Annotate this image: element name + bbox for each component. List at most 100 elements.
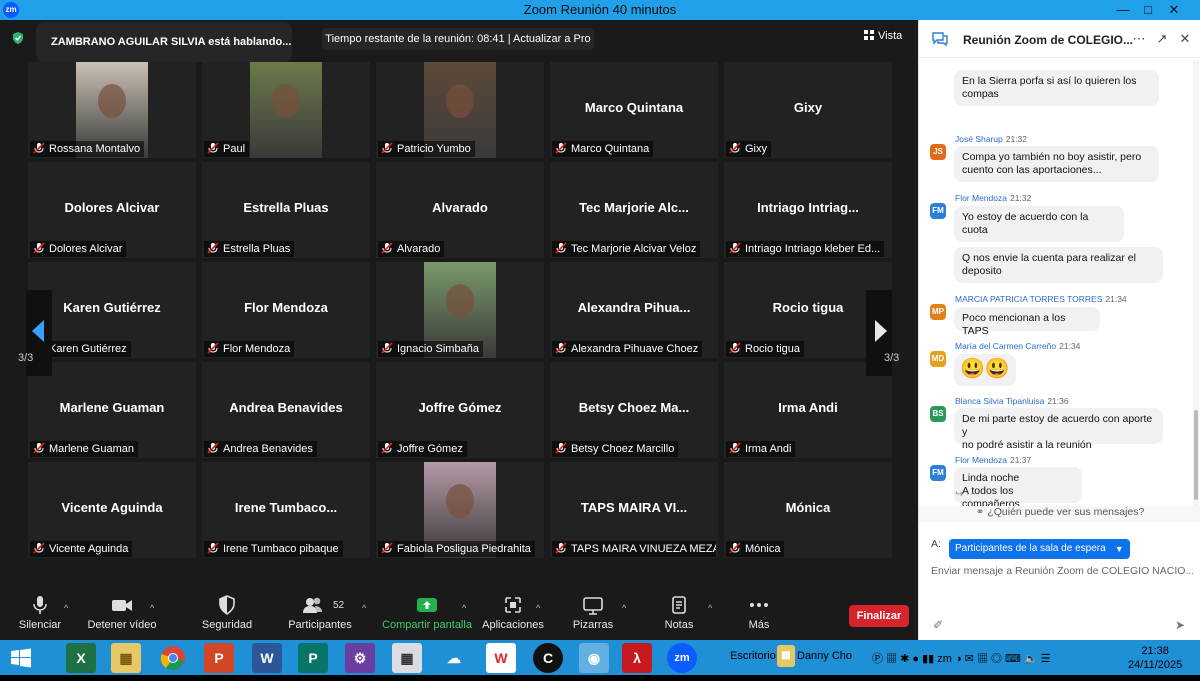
end-meeting-button[interactable]: Finalizar <box>849 605 909 627</box>
share-screen-button[interactable]: Compartir pantalla <box>382 595 472 631</box>
message-text: no podré asistir a la reunión <box>962 439 1092 451</box>
whiteboards-button[interactable]: Pizarras <box>570 595 616 631</box>
stop-video-button[interactable]: Detener vídeo <box>86 595 158 631</box>
publisher-icon[interactable]: P <box>298 643 328 673</box>
windows-start-icon[interactable] <box>10 648 32 668</box>
chat-message-input[interactable]: Enviar mensaje a Reunión Zoom de COLEGIO… <box>931 565 1193 577</box>
participant-tile[interactable]: Tec Marjorie Alc... Tec Marjorie Alcivar … <box>550 162 718 258</box>
sender-avatar[interactable]: MP <box>930 304 946 320</box>
meeting-timer-upgrade[interactable]: Tiempo restante de la reunión: 08:41 | A… <box>322 28 594 50</box>
mute-button[interactable]: Silenciar <box>16 595 64 631</box>
chat-message-bubble[interactable]: 😃😃 <box>954 354 1016 386</box>
chat-message-bubble[interactable]: Yo estoy de acuerdo con la cuota <box>954 206 1124 242</box>
chat-message-bubble[interactable]: De mi parte estoy de acuerdo con aporte … <box>954 408 1163 451</box>
chat-scroll-thumb[interactable] <box>1194 410 1198 500</box>
participant-tile[interactable]: Vicente Aguinda Vicente Aguinda <box>28 462 196 558</box>
participant-tile[interactable]: Rossana Montalvo <box>28 62 196 158</box>
maximize-button[interactable]: □ <box>1138 1 1158 19</box>
participant-tile[interactable]: Karen Gutiérrez Karen Gutiérrez <box>28 262 196 358</box>
participant-tile[interactable]: Marco Quintana Marco Quintana <box>550 62 718 158</box>
chat-message-bubble[interactable]: Compa yo también no boy asistir, pero cue… <box>954 146 1159 182</box>
calculator-icon[interactable]: ▦ <box>392 643 422 673</box>
sender-avatar[interactable]: MD <box>930 351 946 367</box>
user-label[interactable]: Danny Cho <box>797 650 852 662</box>
sender-avatar[interactable]: FM <box>930 203 946 219</box>
participant-tile[interactable]: Dolores Alcivar Dolores Alcivar <box>28 162 196 258</box>
encryption-shield-icon[interactable] <box>11 31 25 45</box>
message-actions[interactable]: ↪ ⋯ <box>955 489 976 500</box>
chat-message-bubble[interactable]: Q nos envie la cuenta para realizar el de… <box>954 247 1163 283</box>
share-options-caret[interactable]: ^ <box>462 603 466 613</box>
system-clock[interactable]: 21:38 24/11/2025 <box>1128 644 1182 672</box>
participant-tile[interactable]: Irma Andi Irma Andi <box>724 362 892 458</box>
chat-scrollbar[interactable] <box>1193 60 1199 506</box>
sender-avatar[interactable]: BS <box>930 406 946 422</box>
whiteboards-options-caret[interactable]: ^ <box>622 603 626 613</box>
chrome-active-icon[interactable]: ◉ <box>579 643 609 673</box>
view-button[interactable]: Vista <box>864 30 902 42</box>
participant-name-label: Rocio tigua <box>726 341 805 357</box>
chat-messages: En la Sierra porfa si así lo quieren los… <box>919 58 1191 506</box>
participant-name-text: Irma Andi <box>745 443 792 455</box>
chat-more-icon[interactable]: ⋯ <box>1130 30 1148 48</box>
participant-tile[interactable]: Ignacio Simbaña <box>376 262 544 358</box>
chat-message-bubble[interactable]: En la Sierra porfa si así lo quieren los… <box>954 70 1159 106</box>
audio-options-caret[interactable]: ^ <box>64 603 68 613</box>
close-button[interactable]: ✕ <box>1164 1 1184 19</box>
chrome-icon[interactable] <box>158 643 188 673</box>
chat-message-bubble[interactable]: Poco mencionan a los TAPS <box>954 307 1100 337</box>
notes-options-caret[interactable]: ^ <box>708 603 712 613</box>
video-options-caret[interactable]: ^ <box>150 603 154 613</box>
pdf-reader-icon[interactable]: λ <box>622 643 652 673</box>
participant-tile[interactable]: Alvarado Alvarado <box>376 162 544 258</box>
participant-name-label: Tec Marjorie Alcivar Veloz <box>552 241 701 257</box>
minimize-button[interactable]: — <box>1113 1 1133 19</box>
ccleaner-icon[interactable]: C <box>533 643 563 673</box>
notes-button[interactable]: Notas <box>660 595 698 631</box>
word-icon[interactable]: W <box>252 643 282 673</box>
participant-silhouette <box>446 484 474 518</box>
tray-icons[interactable]: Ⓟ ▦ ✱ ● ▮▮ zm ◑ ✉ ▦ ◎ ⌨ 🔈 ☰ <box>872 650 1051 666</box>
settings-gear-icon[interactable]: ⚙ <box>345 643 375 673</box>
participant-name-text: Tec Marjorie Alcivar Veloz <box>571 243 697 255</box>
participant-tile[interactable]: Intriago Intriag... Intriago Intriago kle… <box>724 162 892 258</box>
muted-mic-icon <box>729 542 741 554</box>
participant-name-label: Joffre Gómez <box>378 441 467 457</box>
sender-avatar[interactable]: FM <box>930 465 946 481</box>
recipient-dropdown[interactable]: Participantes de la sala de espera ▼ <box>949 539 1130 559</box>
participant-tile[interactable]: TAPS MAIRA VI... TAPS MAIRA VINUEZA MEZA <box>550 462 718 558</box>
apps-options-caret[interactable]: ^ <box>536 603 540 613</box>
participant-tile[interactable]: Irene Tumbaco... Irene Tumbaco pibaque <box>202 462 370 558</box>
participant-tile[interactable]: Flor Mendoza Flor Mendoza <box>202 262 370 358</box>
desktop-label[interactable]: Escritorio <box>730 650 776 662</box>
participant-tile[interactable]: Estrella Pluas Estrella Pluas <box>202 162 370 258</box>
security-button[interactable]: Seguridad <box>200 595 254 631</box>
wps-office-icon[interactable]: W <box>486 643 516 673</box>
participant-tile[interactable]: Mónica Mónica <box>724 462 892 558</box>
participant-tile[interactable]: Paul <box>202 62 370 158</box>
participant-tile[interactable]: Marlene Guaman Marlene Guaman <box>28 362 196 458</box>
onedrive-icon[interactable]: ☁ <box>439 643 469 673</box>
format-icon[interactable]: ✐ <box>933 618 943 632</box>
participant-tile[interactable]: Gixy Gixy <box>724 62 892 158</box>
participant-tile[interactable]: Joffre Gómez Joffre Gómez <box>376 362 544 458</box>
participant-tile[interactable]: Andrea Benavides Andrea Benavides <box>202 362 370 458</box>
file-explorer-icon[interactable]: ▦ <box>111 643 141 673</box>
participant-name-label: Paul <box>204 141 250 157</box>
participant-tile[interactable]: Patricio Yumbo <box>376 62 544 158</box>
close-chat-icon[interactable]: ✕ <box>1176 30 1194 48</box>
participant-tile[interactable]: Alexandra Pihua... Alexandra Pihuave Choe… <box>550 262 718 358</box>
popout-icon[interactable]: ↗ <box>1153 30 1171 48</box>
zoom-taskbar-icon[interactable]: zm <box>667 643 697 673</box>
who-can-see-link[interactable]: ⚭ ¿Quién puede ver sus mensajes? <box>919 506 1200 522</box>
excel-icon[interactable]: X <box>66 643 96 673</box>
send-icon[interactable]: ➤ <box>1175 618 1185 632</box>
more-button[interactable]: Más <box>744 595 774 631</box>
participant-tile[interactable]: Fabiola Posligua Piedrahita <box>376 462 544 558</box>
participant-tile[interactable]: Betsy Choez Ma... Betsy Choez Marcillo <box>550 362 718 458</box>
sender-avatar[interactable]: JS <box>930 144 946 160</box>
page-indicator-left: 3/3 <box>18 352 34 364</box>
participants-options-caret[interactable]: ^ <box>362 603 366 613</box>
apps-button[interactable]: Aplicaciones <box>482 595 544 631</box>
powerpoint-icon[interactable]: P <box>204 643 234 673</box>
